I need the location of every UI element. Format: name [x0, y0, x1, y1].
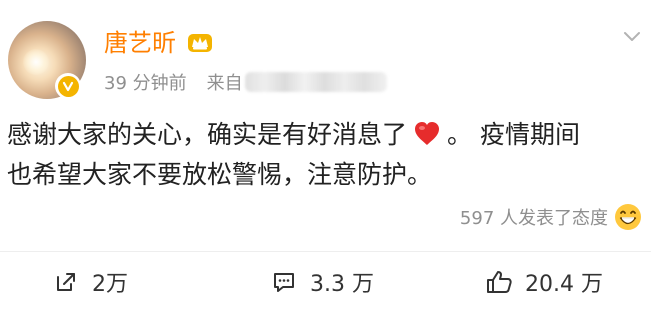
source-label: 来自 [206, 73, 243, 94]
blurred-source [244, 72, 387, 92]
comment-icon [270, 268, 298, 296]
post-line-2: 也希望大家不要放松警惕，注意防护。 [7, 160, 433, 189]
crown-icon[interactable] [186, 32, 214, 54]
post-time: 39 分钟前 [104, 73, 187, 94]
verified-badge [55, 73, 81, 99]
reaction-summary[interactable]: 597 人发表了态度 [460, 203, 608, 231]
comment-button[interactable]: 3.3 万 [270, 267, 374, 297]
more-options-button[interactable] [620, 24, 644, 48]
like-count: 20.4 万 [525, 272, 603, 297]
post-line-1: 感谢大家的关心，确实是有好消息了 。 疫情期间 [7, 115, 637, 155]
share-button[interactable]: 2万 [52, 267, 128, 297]
username[interactable]: 唐艺昕 [104, 28, 176, 58]
profile-name-row: 唐艺昕 [104, 28, 214, 58]
share-count: 2万 [92, 272, 128, 297]
thumbs-up-icon [485, 268, 513, 296]
grinning-face-icon[interactable] [613, 202, 643, 232]
avatar-highlight [23, 49, 49, 75]
weibo-post-card: 唐艺昕 39 分钟前 来自 感谢大家的关心，确实是有好消息了 。 疫情期间 也希… [0, 0, 651, 319]
chevron-down-icon [624, 32, 640, 41]
post-text-part-2: 。 疫情期间 [447, 120, 580, 149]
share-icon [52, 268, 80, 296]
like-button[interactable]: 20.4 万 [485, 267, 603, 297]
post-content: 感谢大家的关心，确实是有好消息了 。 疫情期间 也希望大家不要放松警惕，注意防护… [7, 115, 637, 195]
comment-count: 3.3 万 [310, 272, 374, 297]
heart-icon [412, 119, 442, 149]
post-meta: 39 分钟前 来自 [104, 70, 387, 94]
verified-icon [57, 75, 79, 97]
action-bar: 2万 3.3 万 20.4 万 [0, 252, 651, 319]
post-text-part-1: 感谢大家的关心，确实是有好消息了 [7, 120, 408, 149]
